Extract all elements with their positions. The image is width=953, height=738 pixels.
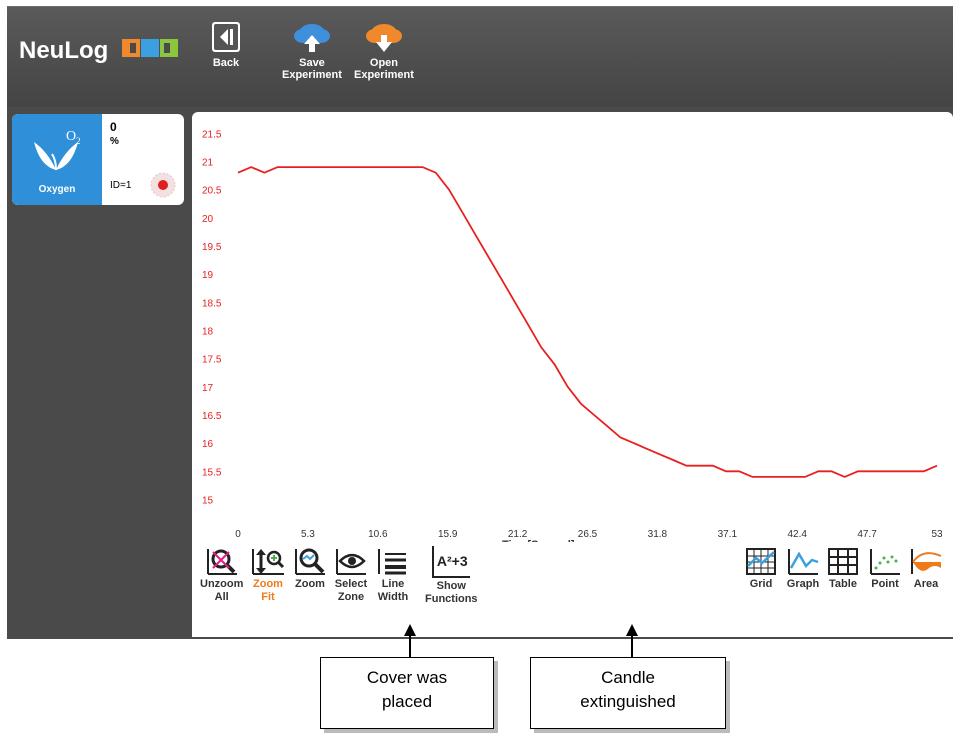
y-tick-label: 17 bbox=[202, 383, 214, 394]
oxygen-series-line bbox=[237, 166, 938, 478]
x-tick-label: 53 bbox=[931, 529, 943, 540]
eye-icon bbox=[336, 549, 366, 575]
back-icon bbox=[212, 22, 240, 52]
x-tick-label: 5.3 bbox=[301, 529, 315, 540]
x-tick-label: 42.4 bbox=[787, 529, 807, 540]
y-tick-label: 20.5 bbox=[202, 186, 222, 197]
oxygen-chart: 21.5 21 20.5 20 19.5 19 18.5 18 17.5 17 16.5 16 15.5… bbox=[202, 129, 943, 540]
line-width-label-1: Line bbox=[381, 578, 405, 590]
open-label-line2: Experiment bbox=[354, 69, 414, 81]
zoom-fit-icon bbox=[252, 549, 285, 575]
show-functions-label-1: Show bbox=[436, 580, 466, 592]
candle-callout-line1: Candle bbox=[601, 668, 655, 687]
line-width-button[interactable]: Line Width bbox=[376, 546, 410, 604]
graph-icon bbox=[788, 549, 819, 575]
zoom-label: Zoom bbox=[295, 578, 325, 590]
grid-button[interactable]: Grid bbox=[744, 546, 778, 591]
unzoom-label-2: All bbox=[214, 591, 229, 603]
y-tick-label: 15.5 bbox=[202, 467, 222, 478]
select-zone-label-1: Select bbox=[334, 578, 368, 590]
graph-panel: 21.5 21 20.5 20 19.5 19 18.5 18 17.5 17 16.5 16 15.5… bbox=[192, 112, 953, 637]
graph-button[interactable]: Graph bbox=[786, 546, 820, 591]
unzoom-all-button[interactable]: Unzoom All bbox=[200, 546, 243, 604]
x-tick-label: 26.5 bbox=[578, 529, 598, 540]
y-tick-label: 18 bbox=[202, 326, 214, 337]
graph-label: Graph bbox=[786, 578, 820, 590]
table-icon bbox=[828, 548, 858, 575]
main-toolbar: NeuLog Back Save Experiment Open Experim… bbox=[7, 7, 953, 107]
save-experiment-button[interactable]: Save Experiment bbox=[282, 21, 342, 81]
table-button[interactable]: Table bbox=[826, 546, 860, 591]
candle-callout-line2: extinguished bbox=[580, 692, 676, 711]
line-width-label-2: Width bbox=[377, 591, 409, 603]
x-tick-label: 37.1 bbox=[718, 529, 738, 540]
save-label-line1: Save bbox=[299, 57, 325, 69]
point-button[interactable]: Point bbox=[868, 546, 902, 591]
y-tick-label: 18.5 bbox=[202, 298, 222, 309]
y-tick-label: 17.5 bbox=[202, 355, 222, 366]
show-functions-label-2: Functions bbox=[425, 593, 478, 605]
open-label-line1: Open bbox=[369, 57, 399, 69]
candle-callout: Candle extinguished bbox=[530, 657, 726, 729]
x-tick-label: 10.6 bbox=[368, 529, 388, 540]
o2-subscript: 2 bbox=[76, 136, 81, 146]
area-button[interactable]: Area bbox=[909, 546, 943, 591]
open-experiment-button[interactable]: Open Experiment bbox=[354, 21, 414, 81]
cover-arrow bbox=[404, 624, 416, 658]
y-tick-label: 19.5 bbox=[202, 242, 222, 253]
x-tick-label: 15.9 bbox=[438, 529, 458, 540]
zoom-button[interactable]: Zoom bbox=[293, 546, 327, 591]
graph-tools-bar: Unzoom All Zoom Fit Zoom Select Zone Lin… bbox=[192, 542, 953, 637]
point-icon bbox=[870, 549, 900, 575]
leaf-icon: O 2 bbox=[34, 129, 81, 171]
sensor-unit: % bbox=[110, 136, 119, 147]
y-tick-label: 19 bbox=[202, 270, 214, 281]
select-zone-button[interactable]: Select Zone bbox=[334, 546, 368, 604]
back-button[interactable]: Back bbox=[211, 21, 241, 69]
functions-icon: A²+3 bbox=[432, 546, 471, 578]
line-width-icon bbox=[378, 549, 406, 575]
oxygen-sensor-card[interactable]: O 2 Oxygen 0 % ID=1 bbox=[12, 114, 184, 205]
record-indicator-icon bbox=[150, 172, 176, 198]
o2-symbol: O bbox=[66, 129, 76, 144]
unzoom-icon bbox=[206, 549, 237, 575]
cloud-upload-icon bbox=[293, 24, 330, 52]
sensor-id: ID=1 bbox=[110, 180, 132, 191]
y-tick-label: 20 bbox=[202, 214, 214, 225]
cloud-download-icon bbox=[365, 24, 402, 52]
sensor-value: 0 bbox=[110, 120, 117, 134]
y-tick-label: 21.5 bbox=[202, 129, 222, 140]
sensor-name: Oxygen bbox=[38, 184, 76, 195]
y-tick-label: 16 bbox=[202, 439, 214, 450]
neulog-logo-icon bbox=[122, 39, 178, 57]
y-tick-label: 21 bbox=[202, 157, 214, 168]
unzoom-label-1: Unzoom bbox=[200, 578, 244, 590]
save-label-line2: Experiment bbox=[282, 69, 342, 81]
cover-callout: Cover was placed bbox=[320, 657, 494, 729]
area-icon bbox=[911, 549, 942, 574]
x-tick-label: 0 bbox=[235, 529, 241, 540]
area-label: Area bbox=[913, 578, 939, 590]
cover-callout-line1: Cover was bbox=[366, 668, 448, 687]
point-label: Point bbox=[871, 578, 899, 590]
app-logo: NeuLog bbox=[19, 37, 109, 64]
cover-callout-line2: placed bbox=[381, 692, 433, 711]
x-tick-label: 47.7 bbox=[857, 529, 877, 540]
grid-icon bbox=[746, 548, 776, 575]
back-label: Back bbox=[212, 57, 240, 69]
select-zone-label-2: Zone bbox=[337, 591, 365, 603]
sensor-icon-area: O 2 Oxygen bbox=[12, 114, 102, 205]
y-tick-label: 16.5 bbox=[202, 411, 222, 422]
app-window: NeuLog Back Save Experiment Open Experim… bbox=[7, 6, 953, 639]
grid-label: Grid bbox=[749, 578, 773, 590]
candle-arrow bbox=[626, 624, 638, 658]
show-functions-button[interactable]: A²+3 Show Functions bbox=[425, 546, 478, 606]
zoom-fit-button[interactable]: Zoom Fit bbox=[250, 546, 286, 604]
table-label: Table bbox=[829, 578, 857, 590]
zoom-icon bbox=[295, 548, 325, 575]
y-tick-label: 15 bbox=[202, 495, 214, 506]
zoom-fit-label-2: Fit bbox=[261, 591, 275, 603]
x-tick-label: 31.8 bbox=[648, 529, 668, 540]
zoom-fit-label-1: Zoom bbox=[253, 578, 283, 590]
